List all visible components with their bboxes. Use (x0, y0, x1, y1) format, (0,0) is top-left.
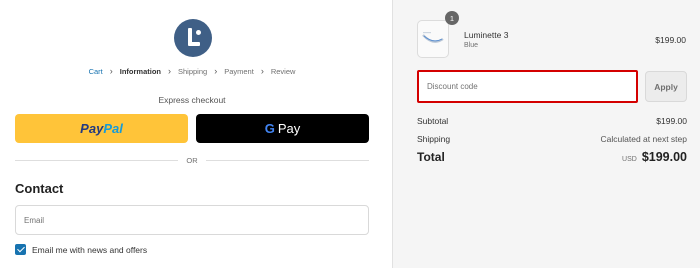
paypal-button[interactable]: Pay Pal (15, 114, 188, 143)
subtotal-label: Subtotal (417, 116, 449, 126)
newsletter-option[interactable]: Email me with news and offers (15, 244, 147, 255)
paypal-logo-pal: Pal (103, 121, 123, 136)
discount-code-field[interactable] (417, 70, 638, 103)
google-pay-button[interactable]: G Pay (196, 114, 369, 143)
checkout-main-column: Cart › Information › Shipping › Payment … (0, 0, 392, 268)
total-label: Total (417, 150, 445, 164)
google-pay-label: Pay (277, 121, 301, 136)
breadcrumb-review: Review (270, 67, 296, 76)
chevron-right-icon: › (168, 66, 171, 76)
total-row: Total USD $199.00 (417, 150, 687, 164)
chevron-right-icon: › (214, 66, 218, 76)
shipping-label: Shipping (417, 134, 451, 144)
or-divider: OR (15, 154, 369, 166)
chevron-right-icon: › (109, 66, 113, 76)
total-value: $199.00 (641, 150, 687, 164)
contact-heading: Contact (15, 181, 64, 196)
product-thumbnail (417, 20, 449, 58)
breadcrumb-payment: Payment (224, 67, 254, 76)
subtotal-value: $199.00 (656, 116, 687, 126)
email-field[interactable] (15, 205, 369, 235)
quantity-badge: 1 (445, 11, 459, 25)
lamp-icon (422, 32, 444, 43)
breadcrumb-information: Information (119, 67, 161, 76)
shipping-row: Shipping Calculated at next step (417, 134, 687, 144)
product-name: Luminette 3 (464, 30, 509, 40)
order-summary-sidebar: 1 Luminette 3 Blue $199.00 Apply Subtota… (392, 0, 700, 268)
apply-discount-button[interactable]: Apply (645, 71, 687, 102)
newsletter-label[interactable]: Email me with news and offers (32, 245, 147, 255)
store-logo[interactable] (174, 19, 212, 57)
subtotal-row: Subtotal $199.00 (417, 116, 687, 126)
breadcrumb-cart[interactable]: Cart (89, 67, 103, 76)
express-checkout-title: Express checkout (158, 95, 226, 105)
chevron-right-icon: › (260, 66, 264, 76)
product-price: $199.00 (655, 35, 686, 45)
google-g-icon: G (264, 121, 275, 136)
breadcrumb-shipping: Shipping (178, 67, 208, 76)
newsletter-checkbox[interactable] (15, 244, 26, 255)
or-label: OR (186, 155, 198, 165)
shipping-value: Calculated at next step (600, 134, 687, 144)
paypal-logo-pay: Pay (80, 121, 104, 136)
breadcrumb: Cart › Information › Shipping › Payment … (0, 66, 384, 77)
product-variant: Blue (464, 42, 479, 49)
currency-code: USD (622, 156, 637, 163)
